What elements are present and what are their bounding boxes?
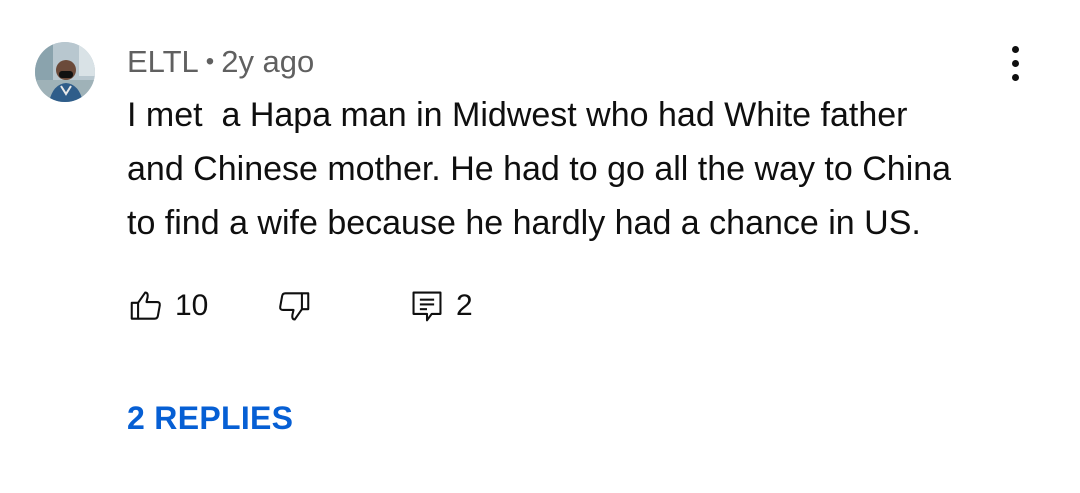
like-button[interactable]: 10 <box>127 284 208 328</box>
thumbs-up-icon <box>127 287 165 325</box>
reply-button[interactable]: 2 <box>408 284 473 328</box>
comment-text-line: I met a Hapa man in Midwest who had Whit… <box>127 96 908 134</box>
comment-card: ELTL • 2y ago I met a Hapa man in Midwest … <box>0 0 1080 493</box>
more-vert-icon[interactable] <box>1000 44 1032 84</box>
author-name[interactable]: ELTL <box>127 44 199 79</box>
thumbs-down-icon <box>275 287 313 325</box>
comment-meta: ELTL • 2y ago <box>127 44 314 83</box>
comment-text: I met a Hapa man in Midwest who had Whit… <box>127 88 1027 250</box>
timestamp: 2y ago <box>221 44 315 79</box>
comment-text-line: and Chinese mother. He had to go all the… <box>127 150 952 188</box>
meta-separator: • <box>205 48 215 75</box>
reply-comment-icon <box>408 287 446 325</box>
dislike-button[interactable] <box>275 284 313 328</box>
avatar-image <box>35 42 95 102</box>
view-replies-button[interactable]: 2 REPLIES <box>127 400 293 437</box>
reply-count: 2 <box>456 289 473 322</box>
avatar[interactable] <box>35 42 95 102</box>
comment-text-line: to find a wife because he hardly had a c… <box>127 204 921 242</box>
like-count: 10 <box>175 289 209 322</box>
